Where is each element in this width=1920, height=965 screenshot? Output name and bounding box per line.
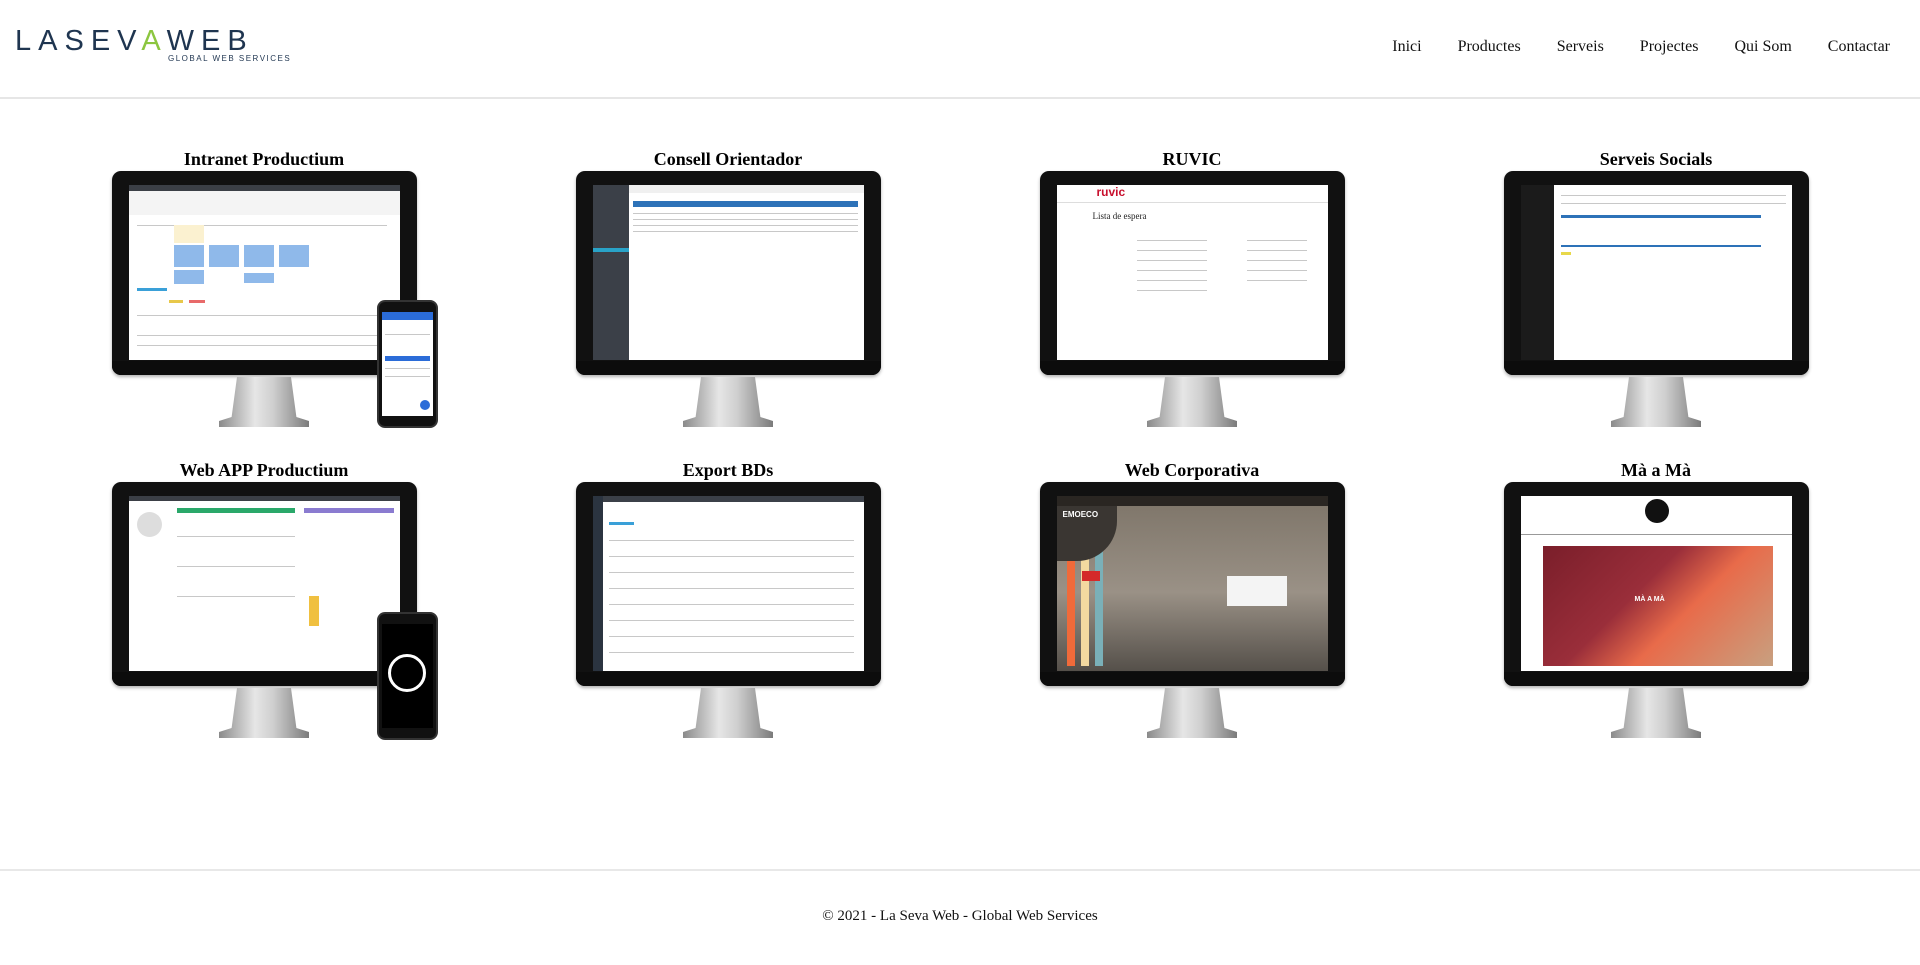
monitor-stand bbox=[1147, 377, 1237, 427]
monitor-stand bbox=[1611, 688, 1701, 738]
nav-link-qui-som[interactable]: Qui Som bbox=[1734, 38, 1791, 56]
project-title: Export BDs bbox=[682, 460, 774, 480]
footer-copyright: © 2021 - La Seva Web - Global Web Servic… bbox=[822, 908, 1098, 924]
monitor-mockup bbox=[575, 482, 881, 688]
ruvic-logo: ruvic bbox=[1096, 185, 1126, 199]
monitor-stand bbox=[683, 377, 773, 427]
nav-link-inici[interactable]: Inici bbox=[1392, 38, 1421, 56]
screenshot-ruvic-form: ruvic Lista de espera bbox=[1056, 185, 1328, 360]
brand-logo[interactable]: LASEVAWEB GLOBAL WEB SERVICES bbox=[15, 25, 290, 64]
site-header: LASEVAWEB GLOBAL WEB SERVICES Inici Prod… bbox=[0, 0, 1920, 99]
site-footer: © 2021 - La Seva Web - Global Web Servic… bbox=[0, 869, 1920, 965]
project-card-web-app-productium[interactable]: Web APP Productium bbox=[108, 459, 420, 738]
nav-link-serveis[interactable]: Serveis bbox=[1557, 38, 1604, 56]
project-card-consell-orientador[interactable]: Consell Orientador bbox=[572, 148, 884, 427]
project-card-ma-a-ma[interactable]: Mà a Mà MÀ A MÀ bbox=[1500, 459, 1812, 738]
monitor-stand bbox=[1147, 688, 1237, 738]
nav-link-projectes[interactable]: Projectes bbox=[1640, 38, 1699, 56]
project-title: Mà a Mà bbox=[1621, 460, 1691, 480]
brand-tagline: GLOBAL WEB SERVICES bbox=[168, 54, 292, 63]
screenshot-export-table bbox=[592, 496, 864, 671]
nav-link-contactar[interactable]: Contactar bbox=[1828, 38, 1890, 56]
monitor-stand bbox=[1611, 377, 1701, 427]
project-card-serveis-socials[interactable]: Serveis Socials bbox=[1500, 148, 1812, 427]
screenshot-web-app-calendar bbox=[128, 496, 400, 671]
monitor-mockup: ruvic Lista de espera bbox=[1039, 171, 1345, 377]
ruvic-page-heading: Lista de espera bbox=[1092, 211, 1147, 221]
project-card-export-bds[interactable]: Export BDs bbox=[572, 459, 884, 738]
project-title: Web APP Productium bbox=[179, 460, 349, 480]
monitor-stand bbox=[219, 688, 309, 738]
project-title: Web Corporativa bbox=[1124, 460, 1260, 480]
monitor-stand bbox=[219, 377, 309, 427]
screenshot-intranet-calendar bbox=[128, 185, 400, 360]
monitor-mockup: EMOECO bbox=[1039, 482, 1345, 688]
project-card-intranet-productium[interactable]: Intranet Productium bbox=[108, 148, 420, 427]
screenshot-ma-a-ma: MÀ A MÀ bbox=[1520, 496, 1792, 671]
project-title: Intranet Productium bbox=[183, 149, 345, 169]
screenshot-serveis-socials bbox=[1520, 185, 1792, 360]
phone-mockup-intranet bbox=[377, 300, 438, 428]
project-card-ruvic[interactable]: RUVIC ruvic Lista de espera bbox=[1036, 148, 1348, 427]
monitor-mockup bbox=[111, 482, 417, 688]
project-card-web-corporativa[interactable]: Web Corporativa EMOECO bbox=[1036, 459, 1348, 738]
project-title: Consell Orientador bbox=[653, 149, 803, 169]
monitor-mockup bbox=[1503, 171, 1809, 377]
screenshot-web-corporativa: EMOECO bbox=[1056, 496, 1328, 671]
monitor-mockup bbox=[111, 171, 417, 377]
monitor-mockup: MÀ A MÀ bbox=[1503, 482, 1809, 688]
screenshot-consell-table bbox=[592, 185, 864, 360]
monitor-mockup bbox=[575, 171, 881, 377]
project-title: RUVIC bbox=[1162, 149, 1222, 169]
monitor-stand bbox=[683, 688, 773, 738]
project-title: Serveis Socials bbox=[1599, 149, 1713, 169]
main-nav: Inici Productes Serveis Projectes Qui So… bbox=[1356, 38, 1890, 56]
emoeco-logo: EMOECO bbox=[1062, 510, 1099, 519]
ma-a-ma-banner-text: MÀ A MÀ bbox=[1634, 596, 1665, 603]
nav-link-productes[interactable]: Productes bbox=[1458, 38, 1521, 56]
phone-mockup-web-app bbox=[377, 612, 438, 740]
